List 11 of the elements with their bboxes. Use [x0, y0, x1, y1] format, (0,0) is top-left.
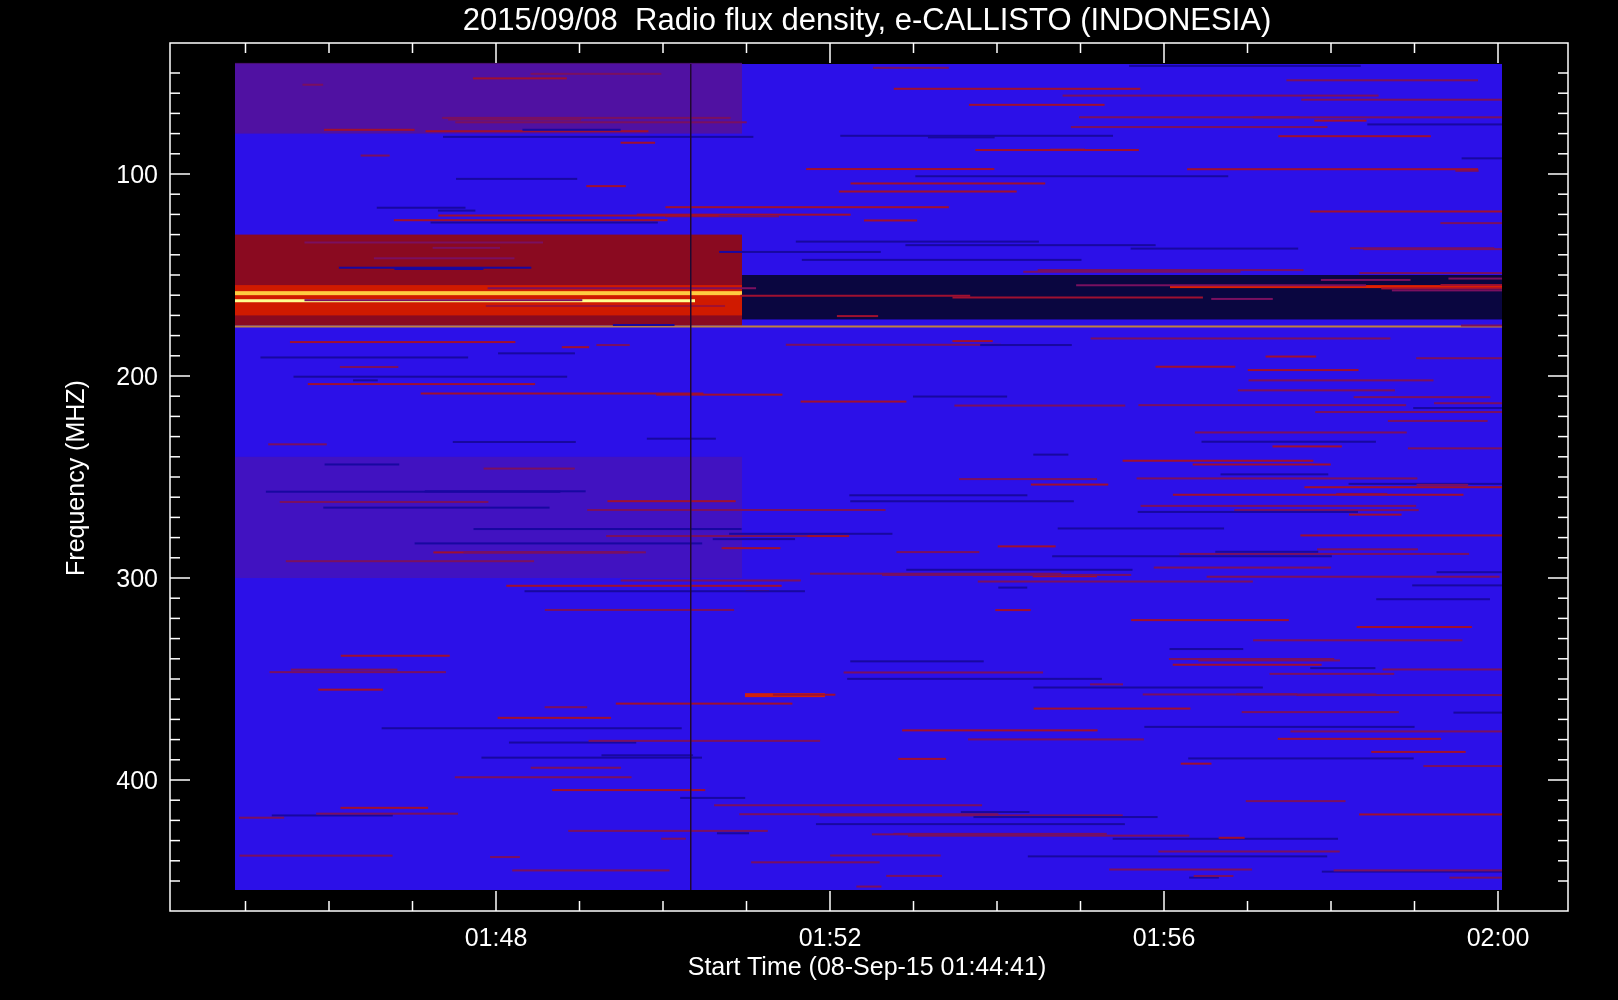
x-axis-label: Start Time (08-Sep-15 01:44:41) [687, 952, 1047, 980]
x-tick-label: 01:48 [464, 923, 528, 951]
y-tick-label: 300 [116, 564, 158, 592]
y-tick-label: 200 [116, 362, 158, 390]
x-tick-label: 02:00 [1466, 923, 1530, 951]
x-tick-label: 01:52 [798, 923, 862, 951]
y-tick-label: 400 [116, 766, 158, 794]
y-axis-label: Frequency (MHZ) [61, 380, 89, 576]
y-tick-label: 100 [116, 160, 158, 188]
x-tick-label: 01:56 [1132, 923, 1196, 951]
chart-title: 2015/09/08 Radio flux density, e-CALLISTO (INDONESIA) [462, 2, 1272, 37]
